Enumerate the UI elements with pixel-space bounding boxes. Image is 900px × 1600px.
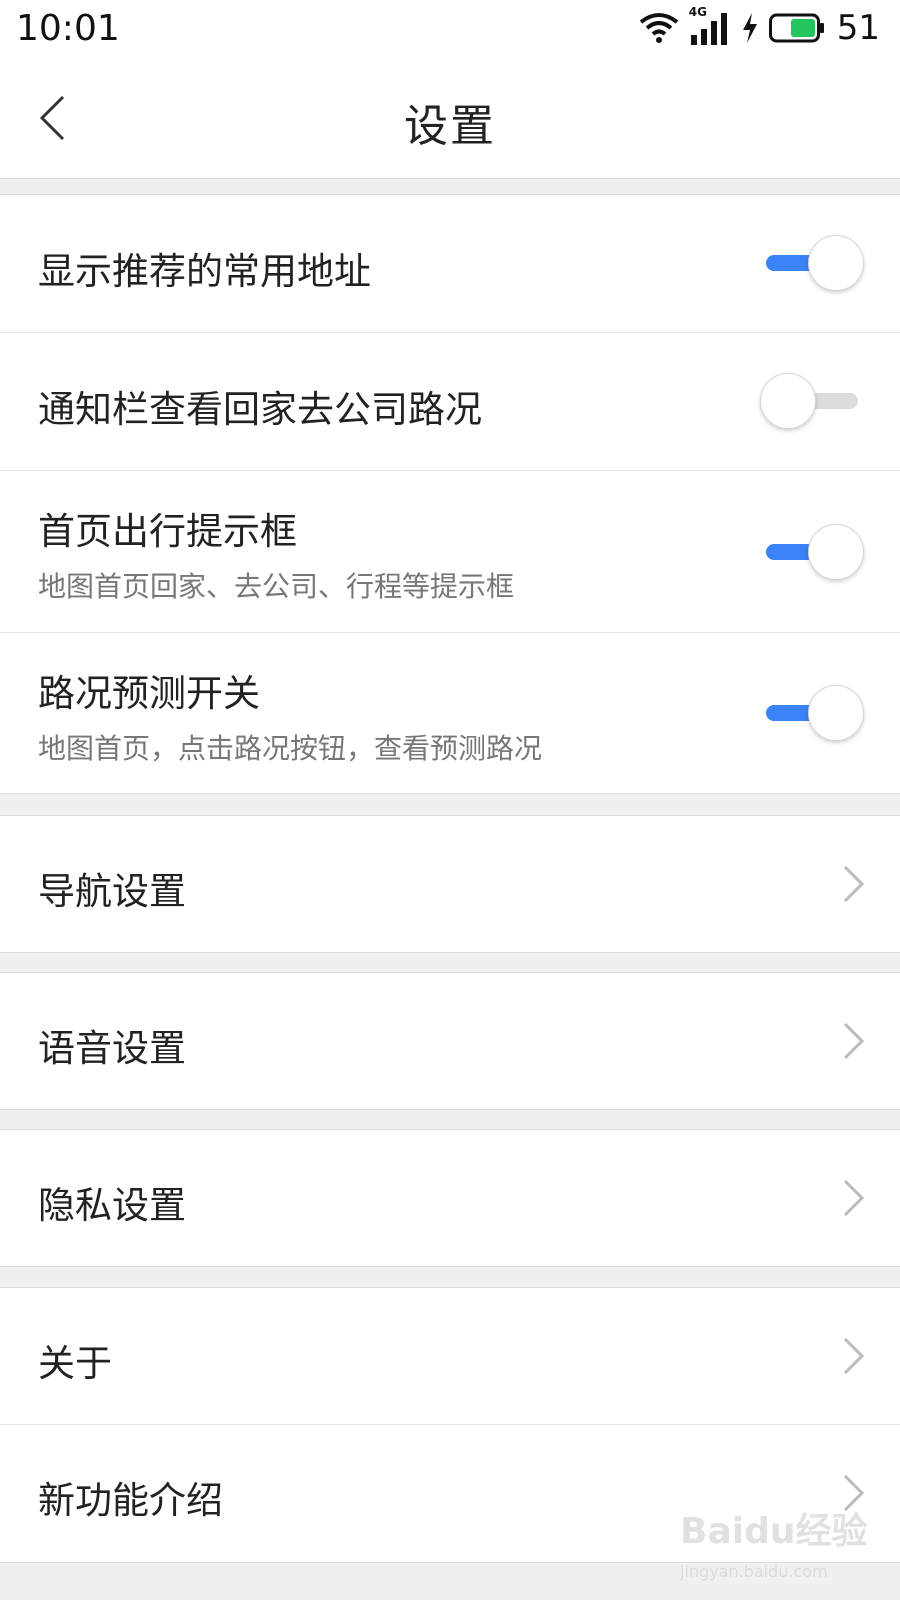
wifi-icon xyxy=(639,13,678,43)
menu-item-about[interactable]: 关于 xyxy=(0,1288,900,1425)
toggle-switch-recommended-address[interactable] xyxy=(760,235,864,291)
menu-item-label: 导航设置 xyxy=(38,870,186,913)
toggle-knob xyxy=(808,685,864,741)
setting-row-home-tip-box: 首页出行提示框 地图首页回家、去公司、行程等提示框 xyxy=(0,471,900,633)
chevron-right-icon xyxy=(843,1337,865,1375)
setting-label: 路况预测开关 xyxy=(38,672,260,715)
setting-row-recommended-address: 显示推荐的常用地址 xyxy=(0,195,900,333)
toggle-switch-notification-traffic[interactable] xyxy=(760,373,864,429)
toggle-knob xyxy=(760,373,816,429)
menu-item-voice-settings[interactable]: 语音设置 xyxy=(0,973,900,1109)
watermark-url: jingyan.baidu.com xyxy=(680,1562,828,1581)
toggle-settings-group: 显示推荐的常用地址 通知栏查看回家去公司路况 首页出行提示框 地图首页回家、去公… xyxy=(0,194,900,794)
signal-icon: 4G xyxy=(689,5,731,45)
status-bar: 10:01 4G 51 xyxy=(0,0,900,58)
chevron-right-icon xyxy=(843,1022,865,1060)
battery-level: 51 xyxy=(836,8,880,48)
toggle-switch-home-tip-box[interactable] xyxy=(760,524,864,580)
setting-row-traffic-prediction: 路况预测开关 地图首页，点击路况按钮，查看预测路况 xyxy=(0,633,900,793)
menu-item-label: 新功能介绍 xyxy=(38,1479,223,1522)
menu-item-navigation-settings[interactable]: 导航设置 xyxy=(0,816,900,952)
toggle-switch-traffic-prediction[interactable] xyxy=(760,685,864,741)
menu-item-label: 隐私设置 xyxy=(38,1184,186,1227)
setting-label: 通知栏查看回家去公司路况 xyxy=(38,388,482,431)
menu-group-navigation: 导航设置 xyxy=(0,815,900,953)
watermark: Baidu经验 jingyan.baidu.com xyxy=(672,1500,872,1590)
setting-description: 地图首页，点击路况按钮，查看预测路况 xyxy=(38,732,543,765)
chevron-right-icon xyxy=(843,1179,865,1217)
menu-item-label: 语音设置 xyxy=(38,1027,186,1070)
status-icons: 4G 51 xyxy=(639,5,880,48)
toggle-knob xyxy=(808,235,864,291)
page-title: 设置 xyxy=(404,101,496,152)
toggle-knob xyxy=(808,524,864,580)
charging-icon xyxy=(742,13,757,43)
battery-icon xyxy=(768,13,824,43)
menu-item-privacy-settings[interactable]: 隐私设置 xyxy=(0,1130,900,1266)
chevron-right-icon xyxy=(843,865,865,903)
menu-group-privacy: 隐私设置 xyxy=(0,1129,900,1267)
menu-group-voice: 语音设置 xyxy=(0,972,900,1110)
setting-description: 地图首页回家、去公司、行程等提示框 xyxy=(38,570,515,603)
nav-bar: 设置 xyxy=(0,58,900,179)
menu-item-label: 关于 xyxy=(38,1342,112,1385)
setting-label: 首页出行提示框 xyxy=(38,510,297,553)
watermark-logo: Baidu经验 xyxy=(680,1511,868,1552)
setting-label: 显示推荐的常用地址 xyxy=(38,250,371,293)
status-time: 10:01 xyxy=(16,8,120,49)
setting-row-notification-traffic: 通知栏查看回家去公司路况 xyxy=(0,333,900,471)
